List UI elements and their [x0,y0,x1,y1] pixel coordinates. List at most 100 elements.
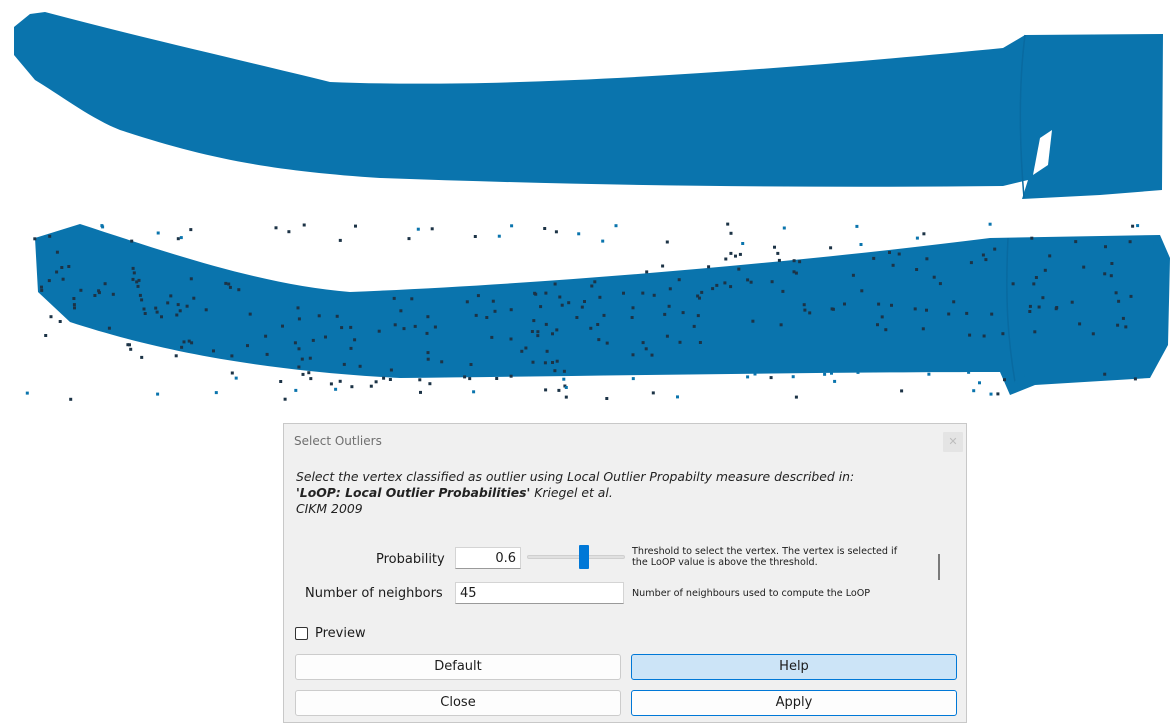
outlier-point [174,354,178,358]
params-scrollbar[interactable] [936,536,942,614]
stray-point [859,243,863,246]
outlier-point [309,377,313,381]
outlier-point [952,300,956,304]
stray-point [130,239,134,243]
apply-button[interactable]: Apply [631,690,957,716]
outlier-point [877,302,881,306]
stray-point [473,235,477,238]
outlier-point [509,308,513,312]
stray-point [741,242,745,245]
outlier-point [553,369,557,373]
stray-point [791,375,795,379]
stray-point [101,225,105,229]
outlier-point [509,337,513,341]
outlier-point [897,252,901,256]
help-button[interactable]: Help [631,654,957,680]
outlier-point [111,292,115,296]
outlier-point [160,315,163,319]
outlier-point [140,298,144,302]
stray-point [794,395,798,399]
paper-title: 'LoOP: Local Outlier Probabilities' [296,485,531,500]
stray-point [419,390,422,394]
stray-point [234,376,238,380]
outlier-point [630,316,634,319]
stray-point [350,385,354,389]
outlier-point [932,275,936,279]
outlier-point [1116,323,1120,327]
outlier-point [297,317,301,321]
outlier-point [965,311,969,315]
outlier-point [377,329,381,333]
outlier-point [555,359,559,363]
outlier-point [990,312,994,316]
outlier-point [224,281,228,285]
preview-checkbox[interactable] [295,627,308,640]
outlier-point [469,363,473,366]
probability-slider-handle[interactable] [579,545,589,569]
outlier-point [440,360,444,364]
outlier-point [388,378,392,381]
outlier-point [143,312,147,315]
outlier-point [1110,262,1114,265]
stray-point [900,389,904,393]
outlier-point [589,326,593,330]
outlier-point [749,280,753,284]
outlier-point [829,246,833,250]
outlier-point [55,250,59,254]
outlier-point [729,251,733,255]
stray-point [287,230,291,234]
stray-point [782,226,786,230]
stray-point [651,391,655,395]
stray-point [543,227,547,230]
stray-point [214,391,218,395]
outlier-point [40,285,43,289]
description: Select the vertex classified as outlier … [296,469,946,517]
outlier-point [311,338,315,342]
outlier-point [1091,332,1095,336]
outlier-point [47,279,51,283]
outlier-point [884,328,888,332]
probability-input[interactable] [455,547,521,569]
stray-point [393,372,397,376]
outlier-point [155,310,159,314]
outlier-point [734,254,737,258]
stray-point [1024,373,1028,377]
outlier-point [132,271,136,275]
outlier-point [1032,282,1036,286]
outlier-point [237,288,241,292]
preview-label[interactable]: Preview [315,626,366,641]
outlier-point [93,294,97,297]
stray-point [495,377,499,380]
outlier-point [843,302,846,306]
close-button[interactable]: Close [295,690,621,716]
outlier-point [803,308,807,312]
stray-point [279,380,283,383]
outlier-point [644,347,648,351]
outlier-point [204,308,208,312]
outlier-point [402,327,406,331]
outlier-point [707,265,711,269]
close-icon[interactable]: ✕ [943,432,963,452]
neighbors-input[interactable] [455,582,624,604]
default-button[interactable]: Default [295,654,621,680]
dialog-titlebar[interactable]: Select Outliers ✕ [284,424,966,460]
stray-point [856,370,860,374]
outlier-point [913,307,917,311]
outlier-point [860,289,864,293]
outlier-point [463,375,467,379]
outlier-point [551,332,554,336]
stray-point [676,395,679,399]
outlier-point [696,314,700,318]
outlier-point [993,247,997,251]
outlier-point [61,277,65,281]
stray-point [823,372,827,376]
stray-point [833,379,837,383]
outlier-point [1109,274,1113,278]
stray-point [746,375,750,379]
scrollbar-thumb[interactable] [938,554,940,580]
probability-slider[interactable] [527,555,625,559]
stray-point [665,240,669,244]
3d-viewport[interactable] [0,0,1173,420]
outlier-point [1114,291,1118,295]
outlier-point [567,301,571,305]
